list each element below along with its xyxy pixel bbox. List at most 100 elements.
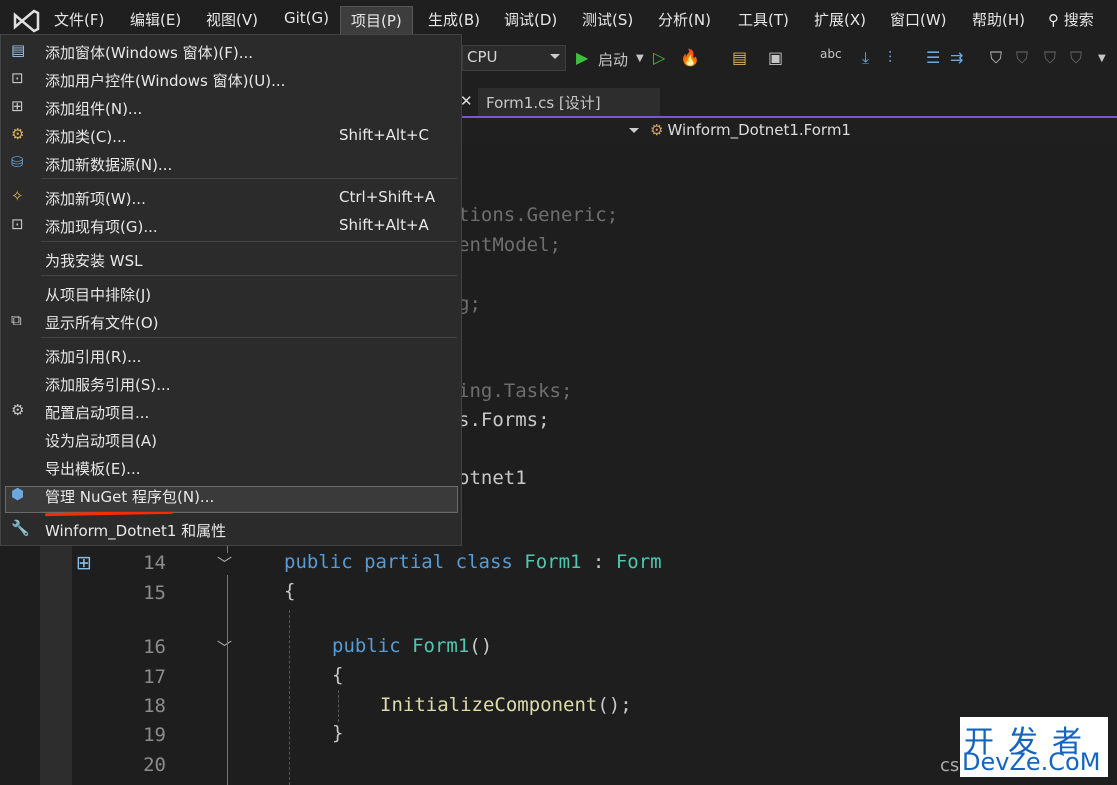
- code-fragment: tions.Generic;: [458, 204, 619, 226]
- menu-item-manage-nuget[interactable]: 管理 NuGet 程序包(N)...: [45, 486, 214, 507]
- code-fragment: otnet1: [458, 467, 527, 489]
- menu-item-add-form[interactable]: 添加窗体(Windows 窗体)(F)...: [45, 42, 253, 63]
- menu-separator: [41, 337, 457, 338]
- menu-debug[interactable]: 调试(D): [504, 9, 557, 30]
- clear-bookmarks-icon[interactable]: ⛉: [1070, 48, 1082, 68]
- menu-separator: [41, 275, 457, 276]
- visual-studio-logo-icon: [13, 9, 40, 33]
- hot-reload-icon[interactable]: 🔥: [680, 48, 700, 67]
- spell-check-icon[interactable]: abc: [820, 47, 842, 61]
- menu-item-add-data-source[interactable]: 添加新数据源(N)...: [45, 154, 172, 175]
- menu-git[interactable]: Git(G): [284, 9, 329, 27]
- code-line-17: {: [332, 664, 344, 686]
- member-dropdown-icon[interactable]: [629, 128, 639, 138]
- open-folder-icon[interactable]: ▤: [732, 48, 747, 67]
- menu-item-properties[interactable]: Winform_Dotnet1 和属性: [45, 520, 226, 541]
- fold-chevron-icon[interactable]: ﹀: [217, 553, 232, 574]
- add-data-source-icon: ⛁: [11, 153, 24, 171]
- watermark: 开发者 DevZe.CoM: [960, 717, 1108, 777]
- menu-item-show-all-files[interactable]: 显示所有文件(O): [45, 312, 159, 333]
- keyword: public: [284, 551, 353, 573]
- code-line-19: }: [332, 722, 344, 744]
- watermark-bottom: DevZe.CoM: [962, 748, 1101, 776]
- add-user-control-icon: ⊡: [11, 69, 24, 87]
- gear-icon: ⚙: [11, 401, 25, 419]
- menu-project[interactable]: 项目(P): [340, 6, 413, 36]
- menu-item-add-reference[interactable]: 添加引用(R)...: [45, 346, 141, 367]
- menu-separator: [41, 178, 457, 179]
- code-fragment: entModel;: [458, 234, 561, 256]
- search-icon: ⚲: [1048, 11, 1059, 29]
- play-icon[interactable]: ▶: [576, 48, 588, 67]
- indent-guide: [338, 690, 339, 722]
- shortcut-add-existing-item: Shift+Alt+A: [339, 216, 429, 234]
- line-number: 15: [143, 582, 166, 604]
- menu-help[interactable]: 帮助(H): [972, 9, 1025, 30]
- wrench-icon: 🔧: [11, 519, 30, 537]
- format-icon[interactable]: ⫶: [888, 48, 892, 68]
- search-box[interactable]: ⚲ 搜索: [1048, 9, 1094, 30]
- keyword: public: [332, 635, 401, 657]
- menu-separator: [41, 241, 457, 242]
- code-fragment: ing.Tasks;: [458, 380, 573, 402]
- menu-item-add-existing-item[interactable]: 添加现有项(G)...: [45, 216, 158, 237]
- add-component-icon: ⊞: [11, 97, 24, 115]
- start-dropdown-icon[interactable]: ▼: [636, 53, 644, 64]
- step-icon[interactable]: ⤓: [862, 48, 869, 68]
- shortcut-add-new-item: Ctrl+Shift+A: [339, 188, 436, 206]
- layout-icon[interactable]: ▣: [768, 48, 783, 67]
- menu-item-install-wsl[interactable]: 为我安装 WSL: [45, 250, 142, 271]
- menu-tools[interactable]: 工具(T): [738, 9, 789, 30]
- chevron-down-icon: [550, 54, 560, 64]
- code-line-18: InitializeComponent();: [380, 694, 632, 716]
- menu-item-add-component[interactable]: 添加组件(N)...: [45, 98, 142, 119]
- menu-item-add-service-reference[interactable]: 添加服务引用(S)...: [45, 374, 171, 395]
- next-bookmark-icon[interactable]: ⛉: [1044, 48, 1056, 68]
- menu-analyze[interactable]: 分析(N): [658, 9, 711, 30]
- prev-bookmark-icon[interactable]: ⛉: [1016, 48, 1028, 68]
- menu-build[interactable]: 生成(B): [428, 9, 480, 30]
- fold-chevron-icon[interactable]: ﹀: [217, 637, 232, 658]
- menu-item-add-new-item[interactable]: 添加新项(W)...: [45, 188, 146, 209]
- outline-guide: [227, 575, 228, 785]
- menu-item-add-class[interactable]: 添加类(C)...: [45, 126, 126, 147]
- menu-edit[interactable]: 编辑(E): [130, 9, 181, 30]
- bookmark-icon[interactable]: ⛉: [990, 48, 1002, 68]
- start-without-debugging-icon[interactable]: ▷: [653, 48, 665, 67]
- line-number: 17: [143, 666, 166, 688]
- menu-item-set-startup[interactable]: 设为启动项目(A): [45, 430, 157, 451]
- menu-test[interactable]: 测试(S): [582, 9, 633, 30]
- class-selector[interactable]: ⚙ Winform_Dotnet1.Form1: [650, 121, 851, 139]
- start-button[interactable]: 启动: [598, 49, 628, 70]
- shortcut-add-class: Shift+Alt+C: [339, 126, 430, 144]
- platform-value: CPU: [467, 48, 498, 66]
- code-fragment: s.Forms;: [458, 409, 550, 431]
- menu-item-exclude-from-project[interactable]: 从项目中排除(J): [45, 284, 151, 305]
- keyword: partial: [364, 551, 445, 573]
- search-label: 搜索: [1063, 11, 1094, 29]
- base-type: Form: [615, 551, 662, 573]
- uncomment-icon[interactable]: ⇉: [950, 48, 963, 67]
- code-line-14: public partial class Form1 : Form: [284, 551, 662, 573]
- add-form-icon: ▤: [11, 41, 26, 59]
- menu-item-add-user-control[interactable]: 添加用户控件(Windows 窗体)(U)...: [45, 70, 285, 91]
- toolbar-overflow-icon[interactable]: ▼: [1098, 53, 1106, 64]
- project-menu: ▤ 添加窗体(Windows 窗体)(F)... ⊡ 添加用户控件(Window…: [0, 34, 462, 546]
- outline-guide: [227, 545, 228, 553]
- add-class-icon: ⚙: [11, 125, 25, 143]
- type-name: Form1: [524, 551, 582, 573]
- constructor-name: Form1: [412, 635, 470, 657]
- class-name: Winform_Dotnet1.Form1: [667, 121, 851, 139]
- code-lens-icon[interactable]: ⊞: [76, 552, 92, 574]
- colon: :: [581, 551, 616, 573]
- menu-file[interactable]: 文件(F): [54, 9, 104, 30]
- add-new-item-icon: ✧: [11, 187, 24, 205]
- menu-window[interactable]: 窗口(W): [890, 9, 947, 30]
- menu-extensions[interactable]: 扩展(X): [814, 9, 866, 30]
- tab-form1-design[interactable]: Form1.cs [设计]: [478, 88, 660, 116]
- menu-item-export-template[interactable]: 导出模板(E)...: [45, 458, 141, 479]
- comment-icon[interactable]: ☰: [926, 48, 940, 67]
- menu-view[interactable]: 视图(V): [206, 9, 258, 30]
- menu-item-configure-startup[interactable]: 配置启动项目...: [45, 402, 149, 423]
- platform-dropdown[interactable]: CPU: [462, 45, 566, 71]
